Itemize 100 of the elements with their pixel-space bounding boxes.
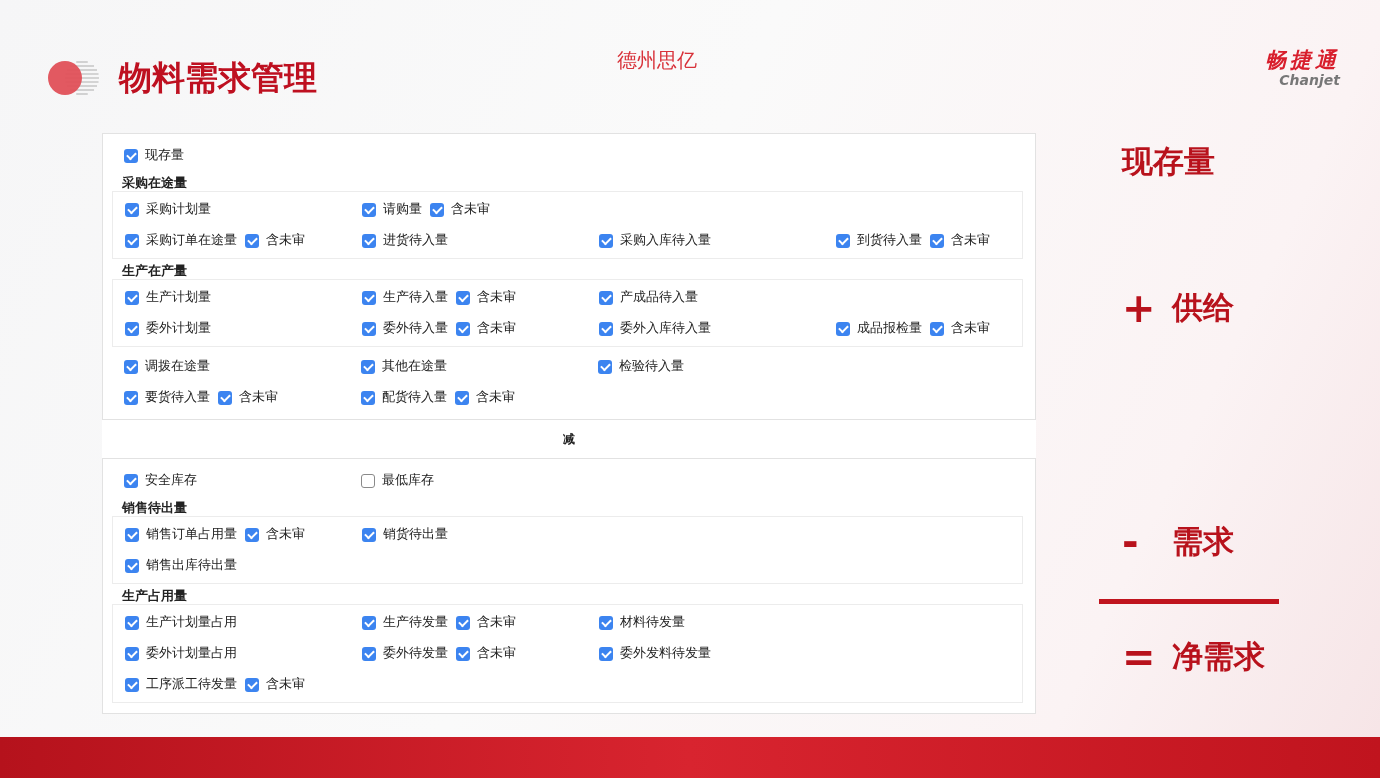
checkbox-label: 含未审 — [451, 201, 490, 218]
checkbox[interactable] — [599, 233, 613, 248]
logo-icon — [48, 60, 100, 96]
checkbox-label: 采购订单在途量 — [146, 232, 237, 249]
checkbox[interactable] — [455, 390, 469, 405]
checkbox[interactable] — [930, 233, 944, 248]
group-title: 生产占用量 — [121, 588, 188, 604]
checkbox[interactable] — [362, 646, 376, 661]
checkbox[interactable] — [124, 148, 138, 163]
checkbox-label: 生产计划量占用 — [146, 614, 237, 631]
operator-symbol: = — [1122, 634, 1157, 680]
checkbox-label: 进货待入量 — [383, 232, 448, 249]
checkbox-label: 生产计划量 — [146, 289, 211, 306]
checkbox[interactable] — [125, 677, 139, 692]
checkbox-label: 含未审 — [477, 320, 516, 337]
checkbox[interactable] — [125, 558, 139, 573]
checkbox[interactable] — [836, 321, 850, 336]
checkbox[interactable] — [361, 359, 375, 374]
checkbox-label: 含未审 — [951, 320, 990, 337]
checkbox[interactable] — [456, 290, 470, 305]
checkbox[interactable] — [124, 390, 138, 405]
operator-symbol: - — [1122, 519, 1140, 565]
checkbox[interactable] — [245, 527, 259, 542]
checkbox-label: 委外入库待入量 — [620, 320, 711, 337]
checkbox-label: 安全库存 — [145, 472, 197, 489]
checkbox-label: 产成品待入量 — [620, 289, 698, 306]
checkbox-label: 到货待入量 — [857, 232, 922, 249]
checkbox[interactable] — [124, 359, 138, 374]
checkbox[interactable] — [362, 321, 376, 336]
checkbox[interactable] — [245, 677, 259, 692]
checkbox-label: 含未审 — [951, 232, 990, 249]
checkbox-label: 材料待发量 — [620, 614, 685, 631]
checkbox[interactable] — [362, 290, 376, 305]
checkbox[interactable] — [125, 646, 139, 661]
operator-symbol: + — [1122, 285, 1157, 331]
checkbox[interactable] — [125, 233, 139, 248]
formula-term: 需求 — [1172, 522, 1234, 561]
checkbox[interactable] — [456, 615, 470, 630]
checkbox[interactable] — [598, 359, 612, 374]
checkbox[interactable] — [362, 233, 376, 248]
checkbox[interactable] — [361, 390, 375, 405]
brand-logo-text: 畅捷通 — [1265, 48, 1340, 72]
checkbox[interactable] — [456, 646, 470, 661]
checkbox-label: 委外计划量占用 — [146, 645, 237, 662]
checkbox-label: 含未审 — [477, 645, 516, 662]
formula-term: 供给 — [1172, 288, 1234, 327]
checkbox[interactable] — [930, 321, 944, 336]
checkbox[interactable] — [125, 615, 139, 630]
checkbox-label: 含未审 — [477, 614, 516, 631]
checkbox-label: 含未审 — [266, 526, 305, 543]
checkbox-label: 采购入库待入量 — [620, 232, 711, 249]
checkbox-label: 含未审 — [476, 389, 515, 406]
checkbox-label: 委外计划量 — [146, 320, 211, 337]
group-title: 采购在途量 — [121, 175, 188, 191]
checkbox[interactable] — [599, 321, 613, 336]
checkbox-label: 请购量 — [383, 201, 422, 218]
checkbox-label: 含未审 — [266, 676, 305, 693]
slide-title: 物料需求管理 — [119, 57, 317, 99]
checkbox[interactable] — [362, 202, 376, 217]
checkbox-label: 生产待入量 — [383, 289, 448, 306]
checkbox-label: 调拨在途量 — [145, 358, 210, 375]
checkbox[interactable] — [599, 290, 613, 305]
group-title: 生产在产量 — [121, 263, 188, 279]
checkbox-label: 含未审 — [266, 232, 305, 249]
checkbox-label: 工序派工待发量 — [146, 676, 237, 693]
checkbox[interactable] — [456, 321, 470, 336]
checkbox-label: 委外发料待发量 — [620, 645, 711, 662]
checkbox[interactable] — [599, 615, 613, 630]
checkbox-label: 含未审 — [239, 389, 278, 406]
formula-term: 现存量 — [1122, 142, 1215, 181]
checkbox-label: 委外待发量 — [383, 645, 448, 662]
checkbox[interactable] — [362, 615, 376, 630]
checkbox[interactable] — [124, 473, 138, 488]
checkbox[interactable] — [125, 321, 139, 336]
checkbox-label: 最低库存 — [382, 472, 434, 489]
checkbox[interactable] — [430, 202, 444, 217]
checkbox[interactable] — [125, 527, 139, 542]
formula-term: 净需求 — [1172, 637, 1265, 676]
checkbox-label: 委外待入量 — [383, 320, 448, 337]
checkbox[interactable] — [125, 290, 139, 305]
section-divider-label: 减 — [102, 420, 1036, 458]
checkbox-label: 配货待入量 — [382, 389, 447, 406]
company-name: 德州思亿 — [617, 47, 697, 74]
checkbox-label: 销货待出量 — [383, 526, 448, 543]
checkbox-label: 生产待发量 — [383, 614, 448, 631]
checkbox-label: 现存量 — [145, 147, 184, 164]
checkbox-label: 其他在途量 — [382, 358, 447, 375]
checkbox[interactable] — [362, 527, 376, 542]
checkbox-label: 含未审 — [477, 289, 516, 306]
checkbox[interactable] — [125, 202, 139, 217]
group-title: 销售待出量 — [120, 500, 188, 516]
checkbox[interactable] — [361, 473, 375, 488]
checkbox[interactable] — [245, 233, 259, 248]
checkbox-label: 检验待入量 — [619, 358, 684, 375]
checkbox[interactable] — [599, 646, 613, 661]
checkbox-label: 销售订单占用量 — [146, 526, 237, 543]
checkbox[interactable] — [836, 233, 850, 248]
checkbox-label: 销售出库待出量 — [146, 557, 237, 574]
checkbox-label: 采购计划量 — [146, 201, 211, 218]
checkbox[interactable] — [218, 390, 232, 405]
